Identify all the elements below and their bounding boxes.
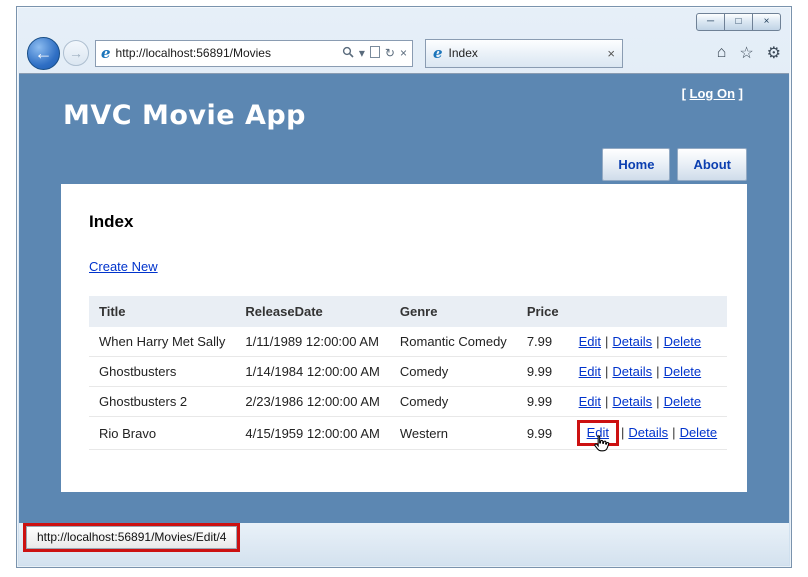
cell-genre: Comedy	[390, 357, 517, 387]
hand-cursor-icon	[591, 434, 611, 459]
action-separator: |	[656, 394, 659, 409]
cell-title: Ghostbusters 2	[89, 387, 235, 417]
table-header-row: Title ReleaseDate Genre Price	[89, 296, 727, 327]
cell-price: 9.99	[517, 357, 569, 387]
table-row: Ghostbusters 2 2/23/1986 12:00:00 AM Com…	[89, 387, 727, 417]
details-link[interactable]: Details	[628, 425, 668, 440]
ie-logo-icon: e	[101, 44, 111, 62]
details-link[interactable]: Details	[612, 364, 652, 379]
create-new-link[interactable]: Create New	[89, 259, 158, 274]
delete-link[interactable]: Delete	[664, 334, 702, 349]
table-row: Ghostbusters 1/14/1984 12:00:00 AM Comed…	[89, 357, 727, 387]
cell-actions: Edit | Details | Delete	[569, 327, 728, 357]
column-header-genre: Genre	[390, 296, 517, 327]
cell-actions: Edit|Details|Delete	[569, 417, 728, 450]
favorites-star-icon[interactable]: ☆	[739, 43, 753, 63]
delete-link[interactable]: Delete	[680, 425, 718, 440]
cell-price: 9.99	[517, 387, 569, 417]
address-bar[interactable]: e http://localhost:56891/Movies ▾ ↻ ×	[95, 40, 413, 67]
logon-link[interactable]: Log On	[690, 86, 736, 101]
logon-area: [ Log On ]	[682, 86, 743, 101]
edit-link[interactable]: Edit	[579, 334, 601, 349]
action-separator: |	[605, 334, 608, 349]
window-titlebar: ─ □ ×	[17, 7, 791, 33]
browser-tab-index[interactable]: e Index ×	[425, 39, 623, 68]
minimize-button[interactable]: ─	[696, 13, 725, 31]
cell-genre: Western	[390, 417, 517, 450]
tab-favicon-icon: e	[433, 44, 443, 62]
logon-suffix: ]	[735, 86, 743, 101]
cell-release-date: 1/14/1984 12:00:00 AM	[235, 357, 389, 387]
browser-toolbar: ← → e http://localhost:56891/Movies ▾ ↻ …	[17, 33, 791, 73]
back-button[interactable]: ←	[27, 37, 60, 70]
edit-link[interactable]: Edit	[579, 364, 601, 379]
action-separator: |	[672, 425, 675, 440]
address-dropdown-icon[interactable]: ▾	[359, 47, 365, 59]
tab-title: Index	[449, 46, 602, 60]
browser-window: ─ □ × ← → e http://localhost:56891/Movie…	[16, 6, 792, 568]
details-link[interactable]: Details	[612, 394, 652, 409]
refresh-icon[interactable]: ↻	[385, 47, 395, 59]
page-title: Index	[89, 212, 719, 232]
edit-link[interactable]: Edit	[579, 394, 601, 409]
cell-title: When Harry Met Sally	[89, 327, 235, 357]
cell-genre: Comedy	[390, 387, 517, 417]
delete-link[interactable]: Delete	[664, 364, 702, 379]
action-separator: |	[656, 334, 659, 349]
content-panel: Index Create New Title ReleaseDate Genre…	[61, 184, 747, 492]
column-header-price: Price	[517, 296, 569, 327]
stop-icon[interactable]: ×	[400, 47, 407, 59]
chrome-action-icons: ⌂ ☆ ⚙	[717, 43, 781, 63]
delete-link[interactable]: Delete	[664, 394, 702, 409]
app-title: MVC Movie App	[63, 100, 306, 131]
action-separator: |	[605, 364, 608, 379]
search-icon[interactable]	[342, 46, 354, 60]
compatibility-view-icon[interactable]	[370, 46, 380, 60]
table-row: Rio Bravo 4/15/1959 12:00:00 AM Western …	[89, 417, 727, 450]
close-button[interactable]: ×	[752, 13, 781, 31]
main-navigation: Home About	[602, 148, 747, 181]
home-icon[interactable]: ⌂	[717, 44, 727, 62]
action-separator: |	[656, 364, 659, 379]
cell-release-date: 1/11/1989 12:00:00 AM	[235, 327, 389, 357]
cell-title: Rio Bravo	[89, 417, 235, 450]
window-controls: ─ □ ×	[697, 13, 781, 31]
nav-tab-about[interactable]: About	[677, 148, 747, 181]
maximize-button[interactable]: □	[724, 13, 753, 31]
cell-actions: Edit | Details | Delete	[569, 387, 728, 417]
page-viewport: [ Log On ] MVC Movie App Home About Inde…	[19, 73, 789, 525]
cell-price: 7.99	[517, 327, 569, 357]
column-header-releasedate: ReleaseDate	[235, 296, 389, 327]
action-separator: |	[621, 425, 624, 440]
cell-release-date: 2/23/1986 12:00:00 AM	[235, 387, 389, 417]
tab-close-icon[interactable]: ×	[607, 46, 615, 61]
column-header-title: Title	[89, 296, 235, 327]
edit-link-highlight-box: Edit	[577, 420, 619, 446]
tools-gear-icon[interactable]: ⚙	[767, 43, 781, 63]
details-link[interactable]: Details	[612, 334, 652, 349]
browser-statusbar: http://localhost:56891/Movies/Edit/4	[19, 523, 789, 565]
cell-genre: Romantic Comedy	[390, 327, 517, 357]
column-header-actions	[569, 296, 728, 327]
movies-table: Title ReleaseDate Genre Price When Harry…	[89, 296, 727, 450]
cell-price: 9.99	[517, 417, 569, 450]
nav-tab-home[interactable]: Home	[602, 148, 670, 181]
action-separator: |	[605, 394, 608, 409]
cell-release-date: 4/15/1959 12:00:00 AM	[235, 417, 389, 450]
cell-actions: Edit | Details | Delete	[569, 357, 728, 387]
logon-prefix: [	[682, 86, 690, 101]
cell-title: Ghostbusters	[89, 357, 235, 387]
status-url-highlight-box: http://localhost:56891/Movies/Edit/4	[23, 523, 240, 552]
status-url-text: http://localhost:56891/Movies/Edit/4	[26, 526, 237, 549]
forward-button[interactable]: →	[63, 40, 89, 66]
address-url[interactable]: http://localhost:56891/Movies	[116, 46, 337, 60]
table-row: When Harry Met Sally 1/11/1989 12:00:00 …	[89, 327, 727, 357]
